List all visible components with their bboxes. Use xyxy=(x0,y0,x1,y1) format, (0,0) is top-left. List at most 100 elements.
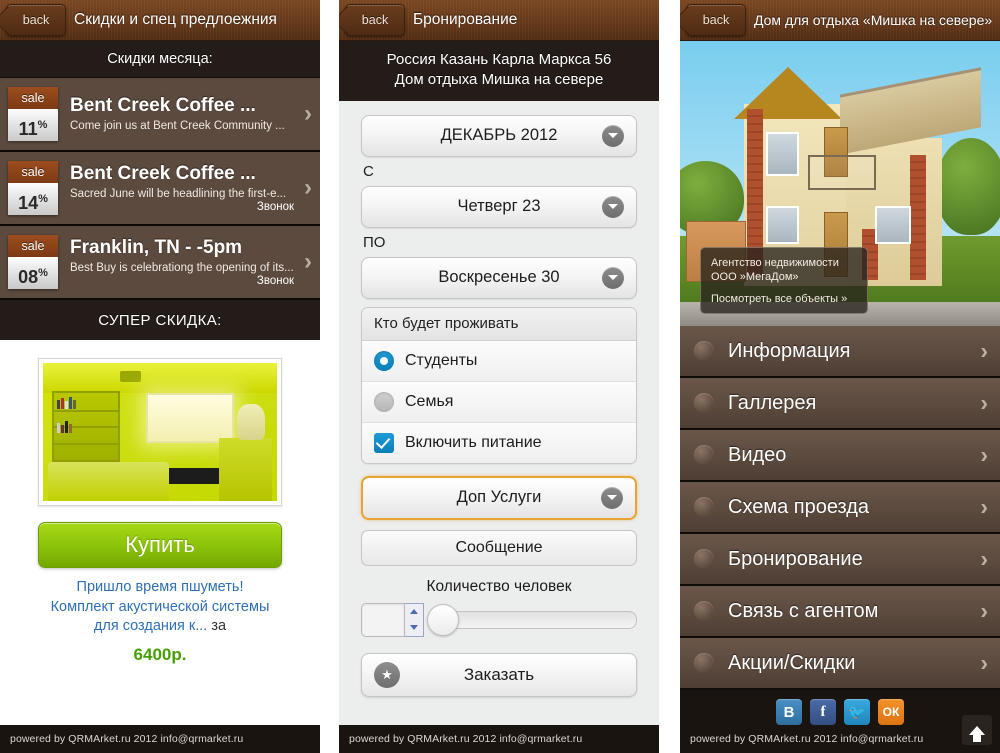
chevron-right-icon: › xyxy=(980,545,988,572)
menu-item-label: Связь с агентом xyxy=(728,599,879,622)
list-item-desc: Sacred June will be headlining the first… xyxy=(70,187,287,200)
slider-handle[interactable] xyxy=(427,603,459,636)
radio-icon-selected[interactable] xyxy=(374,350,394,371)
back-button[interactable]: back xyxy=(345,4,405,36)
list-item[interactable]: sale 14% Bent Creek Coffee ... Sacred Ju… xyxy=(0,152,320,226)
back-button[interactable]: back xyxy=(686,4,746,36)
checkbox-include-meals[interactable]: Включить питание xyxy=(362,422,636,463)
agency-tooltip[interactable]: Агентство недвижимости ООО »МегаДом» Пос… xyxy=(700,246,868,314)
people-count-slider[interactable] xyxy=(427,603,637,636)
people-count-stepper[interactable] xyxy=(405,602,424,637)
promo-area: Купить Пришло время пшуметь! Комплект ак… xyxy=(0,340,320,753)
bullet-icon xyxy=(694,341,714,361)
bullet-icon xyxy=(694,601,714,621)
bullet-icon xyxy=(694,497,714,517)
page-title: Скидки и спец предлоежния xyxy=(74,11,277,28)
menu-item-video[interactable]: Видео › xyxy=(680,430,1000,482)
menu-item-contact-agent[interactable]: Связь с агентом › xyxy=(680,586,1000,638)
list-item[interactable]: sale 11% Bent Creek Coffee ... Come join… xyxy=(0,78,320,152)
menu-item-information[interactable]: Информация › xyxy=(680,326,1000,378)
vk-icon[interactable]: В xyxy=(776,699,802,725)
badge-percent-value: 08 xyxy=(18,267,39,287)
discount-badge: sale 08% xyxy=(8,235,58,289)
radio-option-family-label: Семья xyxy=(405,392,454,410)
radio-option-students[interactable]: Студенты xyxy=(362,340,636,382)
to-date-select[interactable]: Воскресенье 30 xyxy=(361,256,637,299)
chevron-right-icon: › xyxy=(980,337,988,364)
radio-option-students-label: Студенты xyxy=(405,351,478,369)
promo-line-1: Пришло время пшуметь! xyxy=(76,579,244,595)
radio-option-family[interactable]: Семья xyxy=(362,381,636,423)
address-line-2: Дом отдыха Мишка на севере xyxy=(394,70,604,88)
people-count-control xyxy=(361,602,637,637)
promo-za: за xyxy=(211,618,227,635)
people-count-input[interactable] xyxy=(361,602,405,637)
badge-percent-sign: % xyxy=(37,119,48,131)
badge-percent-value: 11 xyxy=(18,119,38,139)
menu-item-label: Акции/Скидки xyxy=(728,651,856,674)
occupants-group-header: Кто будет проживать xyxy=(362,307,636,341)
panel-discounts: back Скидки и спец предлоежния Скидки ме… xyxy=(0,0,320,753)
footer: powered by QRMArket.ru 2012 info@qrmarke… xyxy=(680,725,1000,753)
odnoklassniki-icon[interactable]: ОК xyxy=(878,699,904,725)
bullet-icon xyxy=(694,445,714,465)
checkbox-icon-checked[interactable] xyxy=(374,432,394,453)
buy-button[interactable]: Купить xyxy=(38,522,282,568)
stepper-up-icon[interactable] xyxy=(410,609,418,615)
arrow-up-icon xyxy=(969,725,985,742)
footer: powered by QRMArket.ru 2012 info@qrmarke… xyxy=(0,725,320,753)
home-theater-room-illustration xyxy=(43,363,277,501)
chevron-right-icon: › xyxy=(980,493,988,520)
badge-percent-sign: % xyxy=(38,193,48,205)
scroll-to-top-button[interactable] xyxy=(962,715,992,745)
chevron-right-icon: › xyxy=(304,248,312,275)
order-button-label: Заказать xyxy=(463,665,535,684)
list-item-desc: Best Buy is celebrationg the opening of … xyxy=(70,261,294,274)
list-item-title: Franklin, TN - -5pm xyxy=(70,237,243,259)
month-select[interactable]: ДЕКАБРЬ 2012 xyxy=(361,114,637,157)
occupants-group: Кто будет проживать Студенты Семья Включ… xyxy=(361,306,637,464)
address-line-1: Россия Казань Карла Маркса 56 xyxy=(386,51,612,68)
back-button[interactable]: back xyxy=(6,4,66,36)
from-date-value: Четверг 23 xyxy=(457,197,541,216)
month-select-value: ДЕКАБРЬ 2012 xyxy=(440,126,558,145)
panel-booking: back Бронирование Россия Казань Карла Ма… xyxy=(339,0,659,753)
radio-icon[interactable] xyxy=(374,391,394,412)
list-item-title: Bent Creek Coffee ... xyxy=(70,95,256,117)
chevron-right-icon: › xyxy=(980,597,988,624)
list-item-desc: Come join us at Bent Creek Community ... xyxy=(70,119,285,132)
menu-item-label: Бронирование xyxy=(728,547,863,570)
badge-sale-tag: sale xyxy=(8,161,58,183)
order-button[interactable]: ★ Заказать xyxy=(361,653,637,697)
menu-item-gallery[interactable]: Галлерея › xyxy=(680,378,1000,430)
list-item[interactable]: sale 08% Franklin, TN - -5pm Best Buy is… xyxy=(0,226,320,300)
stepper-down-icon[interactable] xyxy=(410,625,418,631)
message-button[interactable]: Сообщение xyxy=(361,529,637,566)
list-item-title: Bent Creek Coffee ... xyxy=(70,163,256,185)
menu-item-booking[interactable]: Бронирование › xyxy=(680,534,1000,586)
view-all-objects-link[interactable]: Посмотреть все объекты » xyxy=(711,293,857,305)
badge-percent-value: 14 xyxy=(18,193,39,213)
chevron-right-icon: › xyxy=(980,389,988,416)
agency-name-line-1: Агентство недвижимости xyxy=(711,256,839,269)
from-date-select[interactable]: Четверг 23 xyxy=(361,185,637,228)
menu-item-directions[interactable]: Схема проезда › xyxy=(680,482,1000,534)
menu-item-promotions[interactable]: Акции/Скидки › xyxy=(680,638,1000,690)
badge-sale-tag: sale xyxy=(8,235,58,257)
promo-image-wrap xyxy=(0,340,320,506)
footer: powered by QRMArket.ru 2012 info@qrmarke… xyxy=(339,725,659,753)
address-bar: Россия Казань Карла Маркса 56 Дом отдыха… xyxy=(339,41,659,101)
extra-services-value: Доп Услуги xyxy=(456,488,542,507)
extra-services-select[interactable]: Доп Услуги xyxy=(361,475,637,520)
badge-sale-tag: sale xyxy=(8,87,58,109)
facebook-icon[interactable]: f xyxy=(810,699,836,725)
chevron-down-icon xyxy=(602,195,624,218)
to-date-value: Воскресенье 30 xyxy=(438,268,560,287)
promo-price: 6400р. xyxy=(133,644,187,664)
bullet-icon xyxy=(694,653,714,673)
three-panel-mockup: back Скидки и спец предлоежния Скидки ме… xyxy=(0,0,1000,753)
twitter-icon[interactable]: 🐦 xyxy=(844,699,870,725)
from-label: С xyxy=(363,162,374,180)
chevron-right-icon: › xyxy=(304,100,312,127)
star-icon: ★ xyxy=(374,662,400,688)
